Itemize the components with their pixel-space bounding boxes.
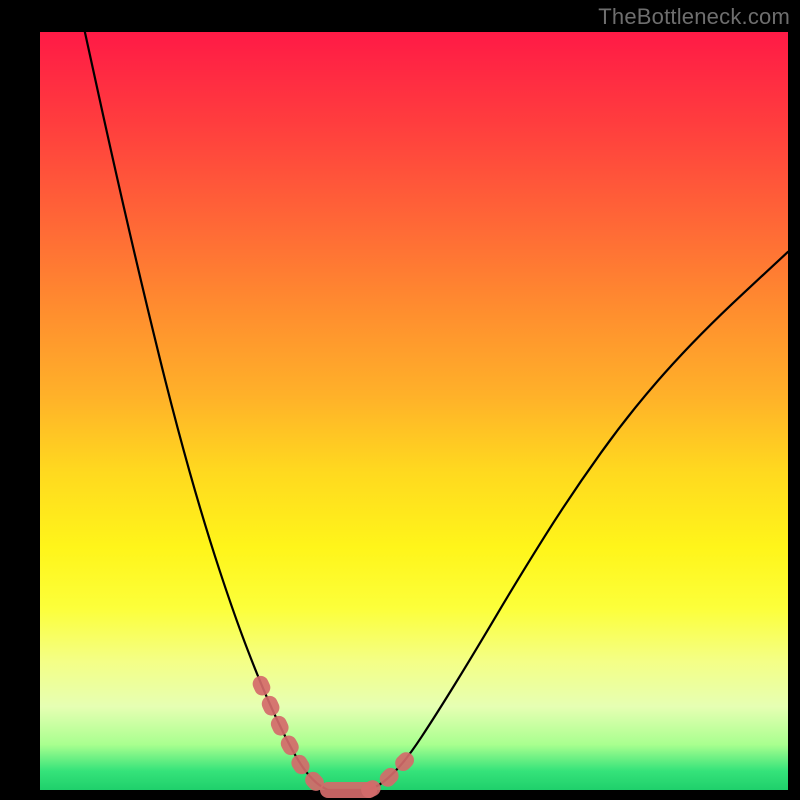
- watermark-text: TheBottleneck.com: [598, 4, 790, 30]
- curve-right-branch: [369, 252, 788, 790]
- chart-frame: TheBottleneck.com: [0, 0, 800, 800]
- beads-right: [369, 748, 414, 790]
- curve-layer: [40, 32, 788, 790]
- curve-left-branch: [85, 32, 328, 790]
- beads-left: [261, 684, 325, 788]
- plot-area: [40, 32, 788, 790]
